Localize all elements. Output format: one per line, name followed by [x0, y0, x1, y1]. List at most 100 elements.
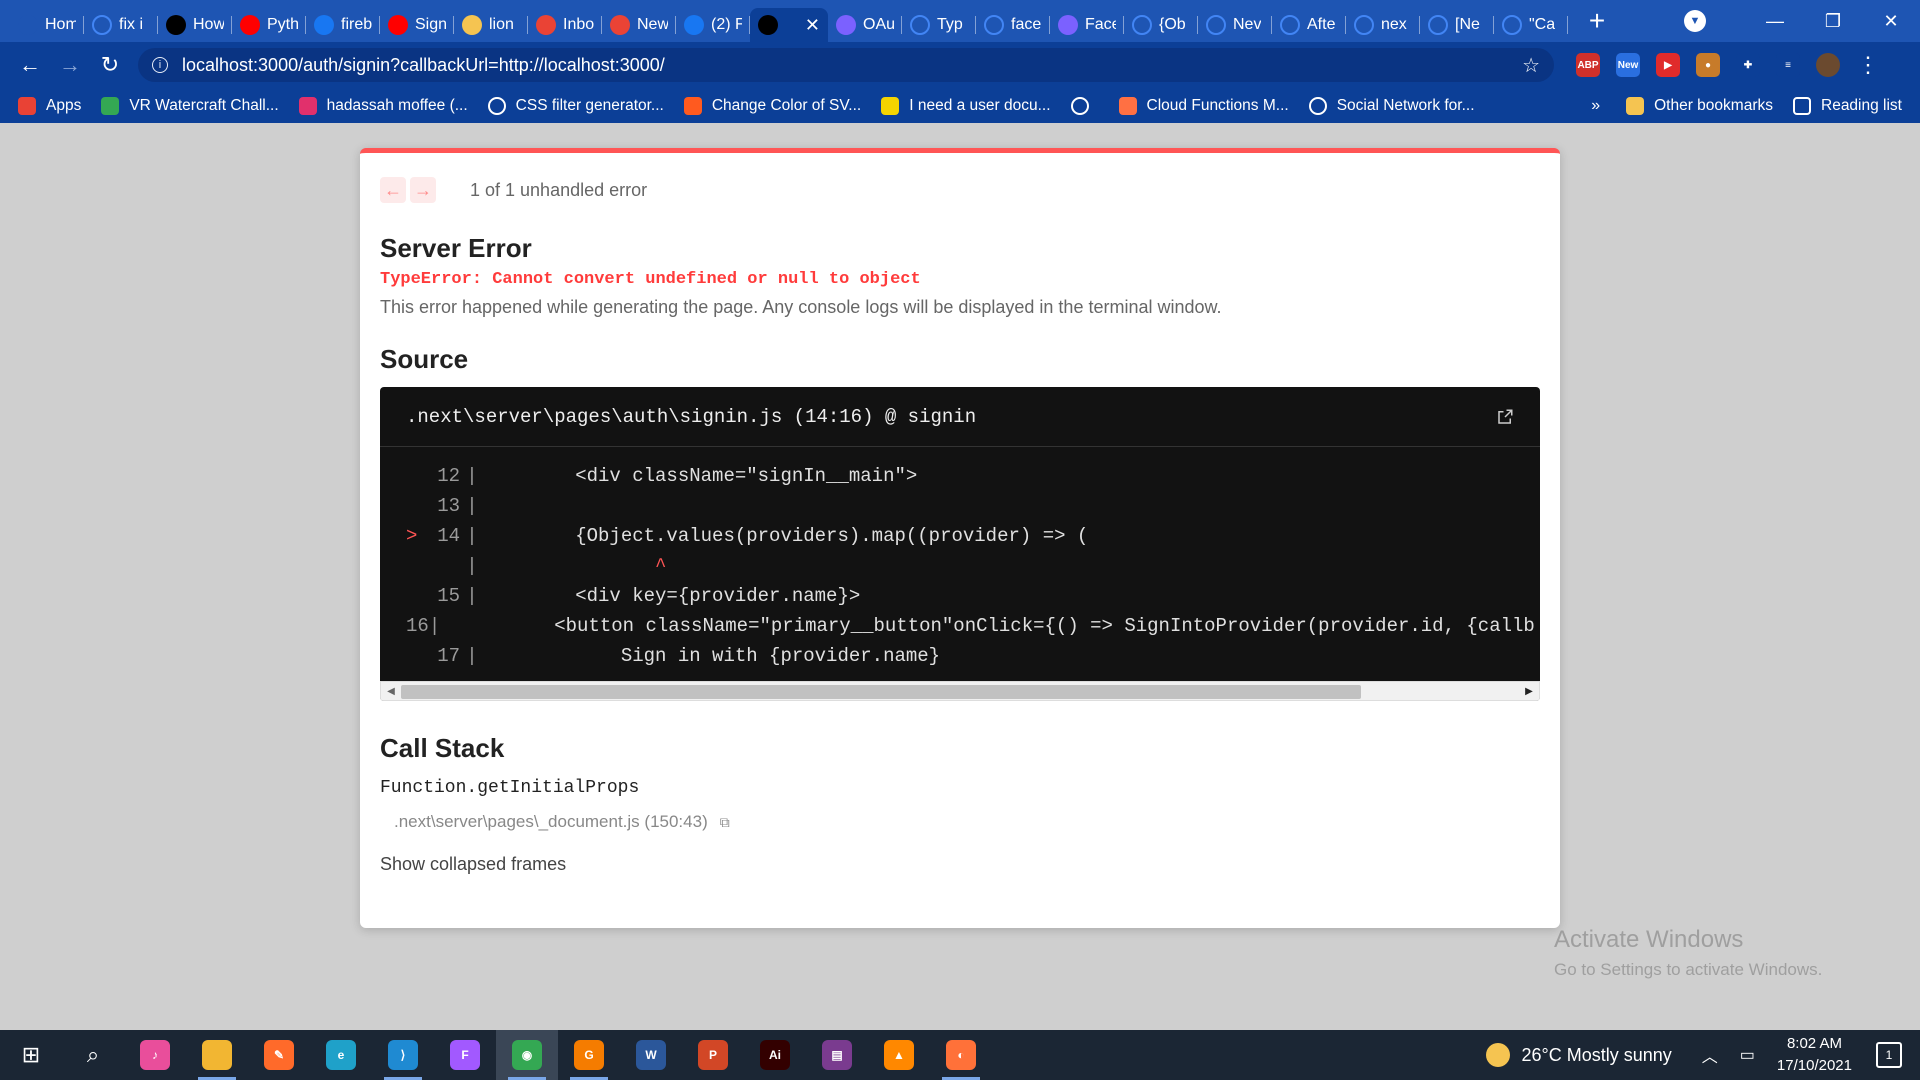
browser-tab[interactable]: Typ — [902, 8, 976, 42]
winrar-taskbar-button[interactable]: ▤ — [806, 1030, 868, 1080]
close-window-button[interactable]: ✕ — [1862, 11, 1920, 32]
browser-tab[interactable]: face — [976, 8, 1050, 42]
browser-tab[interactable]: {Ob — [1124, 8, 1198, 42]
bookmark-item[interactable]: Apps — [18, 96, 81, 115]
cookie-icon[interactable]: ● — [1696, 53, 1720, 77]
pdf-app-taskbar-button[interactable]: G — [558, 1030, 620, 1080]
browser-tab[interactable]: [Ne — [1420, 8, 1494, 42]
vlc-taskbar-button[interactable]: ▲ — [868, 1030, 930, 1080]
back-button[interactable]: ← — [10, 45, 50, 85]
code-line: 13 | — [406, 491, 1514, 521]
tab-title: Sign — [415, 16, 446, 33]
more-bookmarks-chevron-icon[interactable]: » — [1591, 97, 1600, 115]
github-icon — [1206, 15, 1226, 35]
stack-frame-file[interactable]: .next\server\pages\_document.js (150:43)… — [394, 812, 1540, 832]
bookmark-star-icon[interactable]: ☆ — [1522, 53, 1540, 78]
bookmark-item[interactable]: Cloud Functions M... — [1118, 96, 1289, 115]
source-file-path[interactable]: .next\server\pages\auth\signin.js (14:16… — [406, 406, 1496, 428]
show-hidden-icons-chevron-icon[interactable]: ︿ — [1702, 1043, 1718, 1067]
battery-icon[interactable]: ▭ — [1740, 1045, 1755, 1065]
bookmark-favicon-icon — [101, 96, 120, 115]
restore-button[interactable]: ❐ — [1804, 11, 1862, 32]
browser-tab[interactable]: ✕ — [750, 8, 828, 42]
new-tab-button[interactable]: + — [1582, 5, 1612, 37]
stack-frame-file-path[interactable]: .next\server\pages\_document.js (150:43) — [394, 812, 708, 832]
browser-tab[interactable]: Nev — [1198, 8, 1272, 42]
powerpoint-taskbar-button[interactable]: P — [682, 1030, 744, 1080]
forward-button[interactable]: → — [50, 45, 90, 85]
bookmark-item[interactable]: CSS filter generator... — [487, 96, 664, 115]
profile-avatar-icon[interactable] — [1816, 53, 1840, 77]
itunes-taskbar-button[interactable]: ♪ — [124, 1030, 186, 1080]
address-bar[interactable]: i localhost:3000/auth/signin?callbackUrl… — [138, 48, 1554, 82]
windows-start-taskbar-button[interactable]: ⊞ — [0, 1030, 62, 1080]
menu-icon[interactable]: ⋮ — [1848, 45, 1888, 85]
bookmark-item[interactable] — [1070, 96, 1099, 115]
url-text[interactable]: localhost:3000/auth/signin?callbackUrl=h… — [182, 55, 1522, 76]
line-number — [424, 551, 460, 581]
browser-tab[interactable]: OAu — [828, 8, 902, 42]
tab-title: nex — [1381, 16, 1407, 33]
browser-tab[interactable]: New — [602, 8, 676, 42]
edge-taskbar-button[interactable]: e — [310, 1030, 372, 1080]
show-collapsed-frames-button[interactable]: Show collapsed frames — [380, 854, 1540, 875]
bookmark-item[interactable]: I need a user docu... — [881, 96, 1051, 115]
illustrator-taskbar-button[interactable]: Ai — [744, 1030, 806, 1080]
search-icon: ⌕ — [86, 1042, 100, 1067]
figma-taskbar-button[interactable]: F — [434, 1030, 496, 1080]
previous-error-button[interactable]: ← — [380, 177, 406, 203]
horizontal-scrollbar[interactable]: ◀ ▶ — [380, 681, 1540, 701]
open-in-editor-icon[interactable] — [1496, 408, 1514, 426]
browser-tab[interactable]: "Ca — [1494, 8, 1568, 42]
clock[interactable]: 8:02 AM 17/10/2021 — [1777, 1033, 1852, 1077]
video-icon[interactable]: ▶ — [1656, 53, 1680, 77]
minimize-button[interactable]: — — [1746, 11, 1804, 32]
file-explorer-taskbar-button[interactable] — [186, 1030, 248, 1080]
browser-tab[interactable]: Pyth — [232, 8, 306, 42]
bookmark-item[interactable]: Social Network for... — [1308, 96, 1475, 115]
browser-tab[interactable]: Inbo — [528, 8, 602, 42]
site-info-icon[interactable]: i — [152, 57, 168, 73]
firefox-icon: ◐ — [946, 1040, 976, 1070]
close-tab-icon[interactable]: ✕ — [805, 15, 820, 36]
reload-button[interactable]: ↻ — [90, 45, 130, 85]
open-file-icon[interactable]: ⧉ — [720, 814, 730, 831]
search-taskbar-button[interactable]: ⌕ — [62, 1030, 124, 1080]
browser-tab[interactable]: (2) F — [676, 8, 750, 42]
tab-title: How — [193, 16, 224, 33]
scroll-right-icon[interactable]: ▶ — [1519, 686, 1539, 697]
puzzle-icon[interactable]: ✚ — [1736, 53, 1760, 77]
other-bookmarks[interactable]: Other bookmarks — [1626, 96, 1773, 115]
bookmark-item[interactable]: VR Watercraft Chall... — [101, 96, 279, 115]
next-error-button[interactable]: → — [410, 177, 436, 203]
word-taskbar-button[interactable]: W — [620, 1030, 682, 1080]
browser-tab[interactable]: Hom — [10, 8, 84, 42]
browser-tab[interactable]: fireb — [306, 8, 380, 42]
code-line: 15 | <div key={provider.name}> — [406, 581, 1514, 611]
new-extension-icon[interactable]: New — [1616, 53, 1640, 77]
bookmark-item[interactable]: Change Color of SV... — [683, 96, 861, 115]
tab-search-icon[interactable]: ▼ — [1684, 10, 1706, 32]
firefox-taskbar-button[interactable]: ◐ — [930, 1030, 992, 1080]
scrollbar-thumb[interactable] — [401, 685, 1361, 699]
media-icon[interactable]: ≡ — [1776, 53, 1800, 77]
notifications-icon[interactable]: 1 — [1876, 1042, 1902, 1068]
browser-tab[interactable]: Afte — [1272, 8, 1346, 42]
browser-tab[interactable]: How — [158, 8, 232, 42]
browser-tab[interactable]: lion — [454, 8, 528, 42]
browser-tab[interactable]: fix i — [84, 8, 158, 42]
browser-tab[interactable]: nex — [1346, 8, 1420, 42]
scroll-left-icon[interactable]: ◀ — [381, 686, 401, 697]
browser-tab[interactable]: Sign — [380, 8, 454, 42]
abp-icon[interactable]: ABP — [1576, 53, 1600, 77]
bookmark-item[interactable]: hadassah moffee (... — [298, 96, 468, 115]
gutter-separator: | — [466, 495, 478, 517]
tab-title: face — [1011, 16, 1042, 33]
browser-tab[interactable]: Face — [1050, 8, 1124, 42]
weather-widget[interactable]: 26°C Mostly sunny — [1485, 1043, 1672, 1067]
pen-app-taskbar-button[interactable]: ✎ — [248, 1030, 310, 1080]
vlc-icon: ▲ — [884, 1040, 914, 1070]
reading-list[interactable]: Reading list — [1793, 96, 1902, 115]
chrome-taskbar-button[interactable]: ◉ — [496, 1030, 558, 1080]
vscode-taskbar-button[interactable]: ⟩ — [372, 1030, 434, 1080]
